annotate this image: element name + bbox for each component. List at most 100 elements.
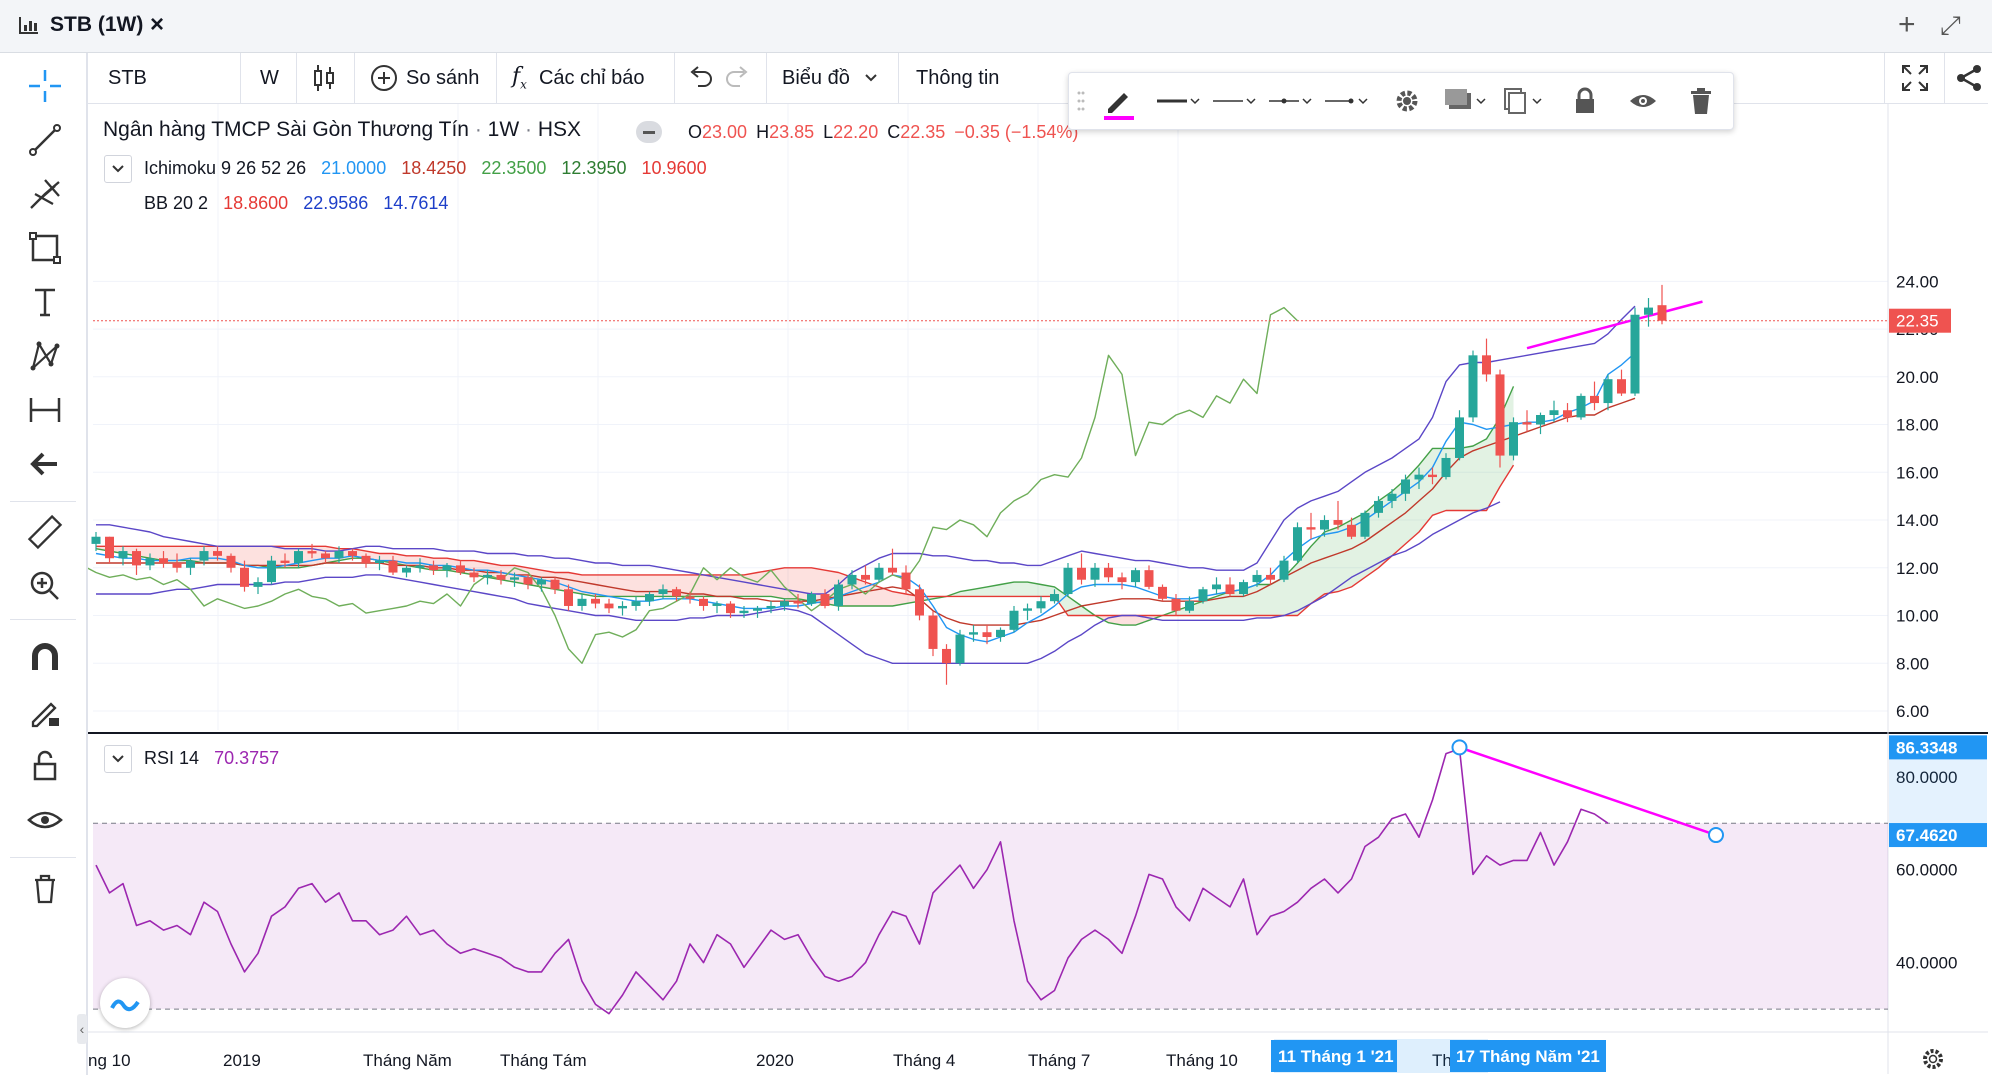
- candle-body: [1630, 314, 1640, 394]
- indicators-button[interactable]: fx Các chỉ báo: [512, 53, 645, 103]
- high-value: 23.85: [769, 122, 815, 142]
- text-icon[interactable]: [22, 279, 68, 325]
- time-tick-label: Tháng 7: [1028, 1051, 1090, 1070]
- chevron-down-icon: [112, 755, 124, 763]
- eye-icon[interactable]: [1621, 79, 1665, 123]
- candle-body: [442, 565, 452, 571]
- candle-body: [1320, 520, 1329, 530]
- candle-body: [658, 589, 668, 595]
- price-tick-label: 24.00: [1896, 272, 1939, 291]
- interval-button[interactable]: W: [260, 53, 279, 103]
- rsi-value: 70.3757: [214, 748, 280, 768]
- unlock-icon[interactable]: [22, 743, 68, 789]
- cloud-segment: [690, 574, 704, 597]
- pencil-lock-icon[interactable]: [22, 689, 68, 735]
- candle-body: [172, 563, 182, 568]
- candle-body: [780, 601, 789, 606]
- lock-icon[interactable]: [1563, 79, 1607, 123]
- measure-icon[interactable]: [22, 387, 68, 433]
- gear-icon[interactable]: [1385, 79, 1429, 123]
- pencil-icon[interactable]: [1093, 79, 1143, 123]
- window-title: STB (1W): [50, 13, 144, 36]
- price-tick-label: 8.00: [1896, 654, 1929, 673]
- eye-icon[interactable]: [22, 797, 68, 843]
- h-label: H: [756, 122, 770, 142]
- c-label: C: [887, 122, 901, 142]
- candle-body: [1414, 474, 1424, 480]
- pitchfork-icon[interactable]: [22, 171, 68, 217]
- cloud-segment: [757, 570, 771, 597]
- chart-menu-button[interactable]: Biểu đồ: [782, 53, 878, 103]
- candle-body: [1495, 374, 1505, 456]
- price-tick-label: 18.00: [1896, 416, 1939, 435]
- candle-body: [1266, 574, 1275, 580]
- fullscreen-icon[interactable]: [1900, 53, 1930, 103]
- fill-icon[interactable]: [1441, 79, 1491, 123]
- legend-collapse-icon[interactable]: [636, 121, 662, 143]
- magnet-icon[interactable]: [22, 635, 68, 681]
- symbol-name: Ngân hàng TMCP Sài Gòn Thương Tín: [103, 118, 469, 141]
- trend-line-icon[interactable]: [22, 117, 68, 163]
- expand-window-icon[interactable]: ⤢: [1940, 10, 1961, 42]
- drag-handle-icon[interactable]: [1075, 79, 1087, 123]
- trash-icon[interactable]: [1679, 79, 1723, 123]
- ruler-icon[interactable]: [22, 509, 68, 555]
- candle-body: [1009, 610, 1019, 630]
- rsi-tick-label: 60.0000: [1896, 861, 1957, 880]
- candle-body: [145, 558, 155, 566]
- rsi-collapse-button[interactable]: [104, 745, 132, 773]
- compare-button[interactable]: So sánh: [370, 53, 479, 103]
- tradingview-logo[interactable]: [100, 978, 150, 1028]
- zoom-in-icon[interactable]: [22, 563, 68, 609]
- pattern-icon[interactable]: [22, 333, 68, 379]
- price-tick-label: 14.00: [1896, 511, 1939, 530]
- candle-body: [847, 574, 857, 585]
- candle-body: [793, 601, 803, 604]
- candle-body: [537, 579, 546, 585]
- time-tick-label: ng 10: [88, 1051, 131, 1070]
- legend-dot: ·: [474, 118, 482, 141]
- candle-body: [1441, 457, 1451, 478]
- candle-body: [1198, 589, 1208, 602]
- candle-body: [861, 574, 870, 580]
- trash-icon[interactable]: [22, 865, 68, 911]
- chart-window-icon: [19, 17, 38, 34]
- change-value: −0.35 (−1.54%): [954, 122, 1079, 142]
- close-icon[interactable]: ×: [150, 11, 164, 39]
- cloud-segment: [622, 574, 636, 597]
- gear-hub: [1928, 1054, 1938, 1064]
- back-arrow-icon[interactable]: [22, 441, 68, 487]
- rsi-label: RSI: [144, 748, 175, 768]
- add-icon[interactable]: +: [1898, 8, 1916, 42]
- candle-body: [415, 565, 425, 568]
- crosshair-icon[interactable]: [22, 63, 68, 109]
- ichimoku-collapse-button[interactable]: [104, 155, 132, 183]
- line-dotted-icon[interactable]: [1265, 79, 1315, 123]
- line-style-icon[interactable]: [1209, 79, 1259, 123]
- clone-icon[interactable]: [1499, 79, 1549, 123]
- redo-icon[interactable]: [724, 53, 752, 103]
- share-icon[interactable]: [1954, 53, 1984, 103]
- collapse-left-handle[interactable]: ‹: [77, 1014, 87, 1044]
- candle-body: [604, 603, 614, 609]
- ichimoku-legend: Ichimoku 9 26 52 26 21.0000 18.4250 22.3…: [144, 158, 707, 179]
- rsi-band-fill: [93, 823, 1888, 1010]
- candle-body: [1617, 379, 1626, 394]
- time-tick-label: Tháng Năm: [363, 1051, 452, 1070]
- candle-body: [105, 536, 114, 559]
- candle-body: [685, 596, 695, 599]
- candle-body: [726, 603, 735, 614]
- candle-body: [496, 574, 506, 580]
- rectangle-icon[interactable]: [22, 225, 68, 271]
- line-end-icon[interactable]: [1321, 79, 1371, 123]
- chart-area[interactable]: 24.0022.0020.0018.0016.0014.0012.0010.00…: [88, 104, 1988, 1074]
- candle-body: [1657, 305, 1667, 321]
- info-button[interactable]: Thông tin: [916, 53, 999, 103]
- bb-basis-value: 18.8600: [223, 193, 289, 213]
- chart-style-candles-icon[interactable]: [312, 53, 336, 103]
- candle-body: [550, 579, 560, 590]
- line-width-icon[interactable]: [1153, 79, 1203, 123]
- symbol-search[interactable]: STB: [108, 53, 147, 103]
- undo-icon[interactable]: [686, 53, 714, 103]
- candle-body: [1023, 608, 1032, 611]
